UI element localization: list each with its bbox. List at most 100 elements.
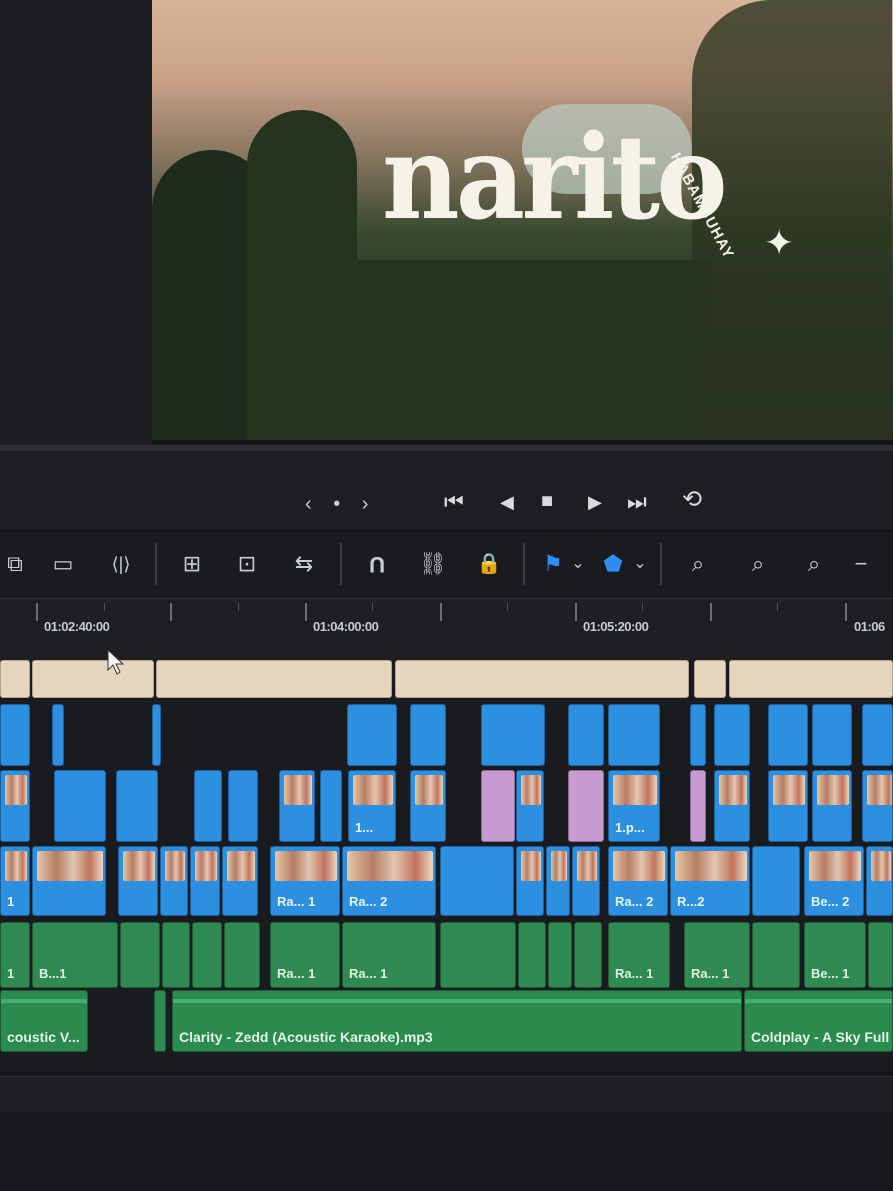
video-clip[interactable]: 1... [348, 770, 396, 842]
video-clip[interactable] [160, 846, 188, 916]
play-reverse-icon[interactable]: ◀ [500, 493, 514, 511]
zoom-custom-icon[interactable]: ⌕ [792, 549, 836, 579]
zoom-detail-icon[interactable]: ⌕ [736, 549, 780, 579]
video-clip[interactable]: Ra... 2 [342, 846, 436, 916]
music-clip[interactable]: Clarity - Zedd (Acoustic Karaoke).mp3 [172, 990, 742, 1052]
audio-clip[interactable]: Ra... 1 [608, 922, 670, 988]
title-clip[interactable] [32, 660, 154, 698]
video-clip[interactable] [190, 846, 220, 916]
blade-icon[interactable]: ⧉ [0, 549, 30, 579]
video-clip[interactable] [866, 846, 893, 916]
video-clip[interactable]: R...2 [670, 846, 750, 916]
video-clip[interactable] [546, 846, 570, 916]
video-clip[interactable] [862, 704, 893, 766]
video-clip[interactable] [194, 770, 222, 842]
video-clip[interactable]: 1 [0, 846, 30, 916]
video-clip[interactable] [572, 846, 600, 916]
timeline-scrollbar[interactable] [0, 1076, 893, 1112]
video-clip[interactable] [228, 770, 258, 842]
loop-icon[interactable]: ⟲ [682, 488, 702, 512]
music-clip[interactable]: Coldplay - A Sky Full [744, 990, 893, 1052]
video-clip[interactable] [0, 770, 30, 842]
video-clip[interactable] [222, 846, 258, 916]
stop-icon[interactable]: ■ [541, 491, 553, 511]
title-clip[interactable] [156, 660, 392, 698]
video-clip[interactable] [768, 704, 808, 766]
video-clip[interactable] [440, 846, 514, 916]
video-clip[interactable]: Be... 2 [804, 846, 864, 916]
replace-clip-icon[interactable]: ⇆ [282, 549, 326, 579]
zoom-full-icon[interactable]: ⌕ [676, 549, 720, 579]
video-clip[interactable] [116, 770, 158, 842]
insert-clip-icon[interactable]: ⊞ [172, 549, 212, 579]
video-clip[interactable]: Ra... 1 [270, 846, 340, 916]
video-clip[interactable] [812, 704, 852, 766]
video-clip[interactable] [752, 846, 800, 916]
audio-clip[interactable] [192, 922, 222, 988]
chevron-down-icon[interactable]: ⌄ [568, 549, 588, 579]
video-clip[interactable] [410, 704, 446, 766]
audio-clip[interactable] [868, 922, 893, 988]
dynamic-trim-icon[interactable]: ▭ [44, 549, 82, 579]
title-clip[interactable] [395, 660, 689, 698]
video-clip[interactable] [481, 704, 545, 766]
audio-clip[interactable] [548, 922, 572, 988]
video-clip[interactable]: Ra... 2 [608, 846, 668, 916]
audio-clip[interactable]: Ra... 1 [684, 922, 750, 988]
minus-icon[interactable]: − [848, 549, 874, 579]
compound-clip[interactable] [568, 770, 604, 842]
audio-clip[interactable]: Ra... 1 [270, 922, 340, 988]
video-clip[interactable] [714, 704, 750, 766]
video-clip[interactable] [32, 846, 106, 916]
video-clip[interactable] [54, 770, 106, 842]
video-clip[interactable]: 1.p... [608, 770, 660, 842]
video-clip[interactable] [152, 704, 161, 766]
compound-clip[interactable] [481, 770, 515, 842]
video-clip[interactable] [714, 770, 750, 842]
trim-icon[interactable]: ⟨|⟩ [100, 549, 142, 579]
video-clip[interactable] [862, 770, 893, 842]
jog-control[interactable]: ‹ • › [305, 493, 376, 516]
video-clip[interactable] [410, 770, 446, 842]
flag-icon[interactable]: ⚑ [540, 549, 566, 579]
timeline-ruler[interactable]: 01:02:40:00 01:04:00:00 01:05:20:00 01:0… [0, 598, 893, 660]
audio-clip[interactable]: Be... 1 [804, 922, 866, 988]
music-clip[interactable]: coustic V... [0, 990, 88, 1052]
video-clip[interactable] [812, 770, 852, 842]
marker-icon[interactable]: ⬟ [600, 549, 626, 579]
audio-clip[interactable] [224, 922, 260, 988]
audio-clip[interactable] [440, 922, 516, 988]
audio-clip[interactable] [752, 922, 800, 988]
title-clip[interactable] [694, 660, 726, 698]
link-icon[interactable]: ⛓ [416, 549, 450, 579]
video-clip[interactable] [279, 770, 315, 842]
music-clip[interactable] [154, 990, 166, 1052]
video-clip[interactable] [608, 704, 660, 766]
video-clip[interactable] [768, 770, 808, 842]
video-clip[interactable] [516, 770, 544, 842]
title-clip[interactable] [729, 660, 893, 698]
audio-clip[interactable] [574, 922, 602, 988]
chevron-down-icon[interactable]: ⌄ [630, 549, 650, 579]
audio-clip[interactable]: Ra... 1 [342, 922, 436, 988]
video-clip[interactable] [52, 704, 64, 766]
video-clip[interactable] [568, 704, 604, 766]
lock-icon[interactable]: 🔒 [472, 549, 506, 579]
video-clip[interactable] [320, 770, 342, 842]
audio-clip[interactable]: 1 [0, 922, 30, 988]
magnet-icon[interactable]: U [360, 549, 394, 579]
compound-clip[interactable] [690, 770, 706, 842]
video-clip[interactable] [516, 846, 544, 916]
title-clip[interactable] [0, 660, 30, 698]
video-clip[interactable] [347, 704, 397, 766]
audio-clip[interactable] [120, 922, 160, 988]
video-clip[interactable] [690, 704, 706, 766]
video-clip[interactable] [118, 846, 158, 916]
overwrite-clip-icon[interactable]: ⊡ [228, 549, 266, 579]
video-clip[interactable] [0, 704, 30, 766]
audio-clip[interactable] [518, 922, 546, 988]
audio-clip[interactable] [162, 922, 190, 988]
audio-clip[interactable]: B...1 [32, 922, 118, 988]
skip-forward-icon[interactable]: ⏭ [627, 491, 647, 513]
skip-back-icon[interactable]: ⏮ [444, 491, 464, 513]
